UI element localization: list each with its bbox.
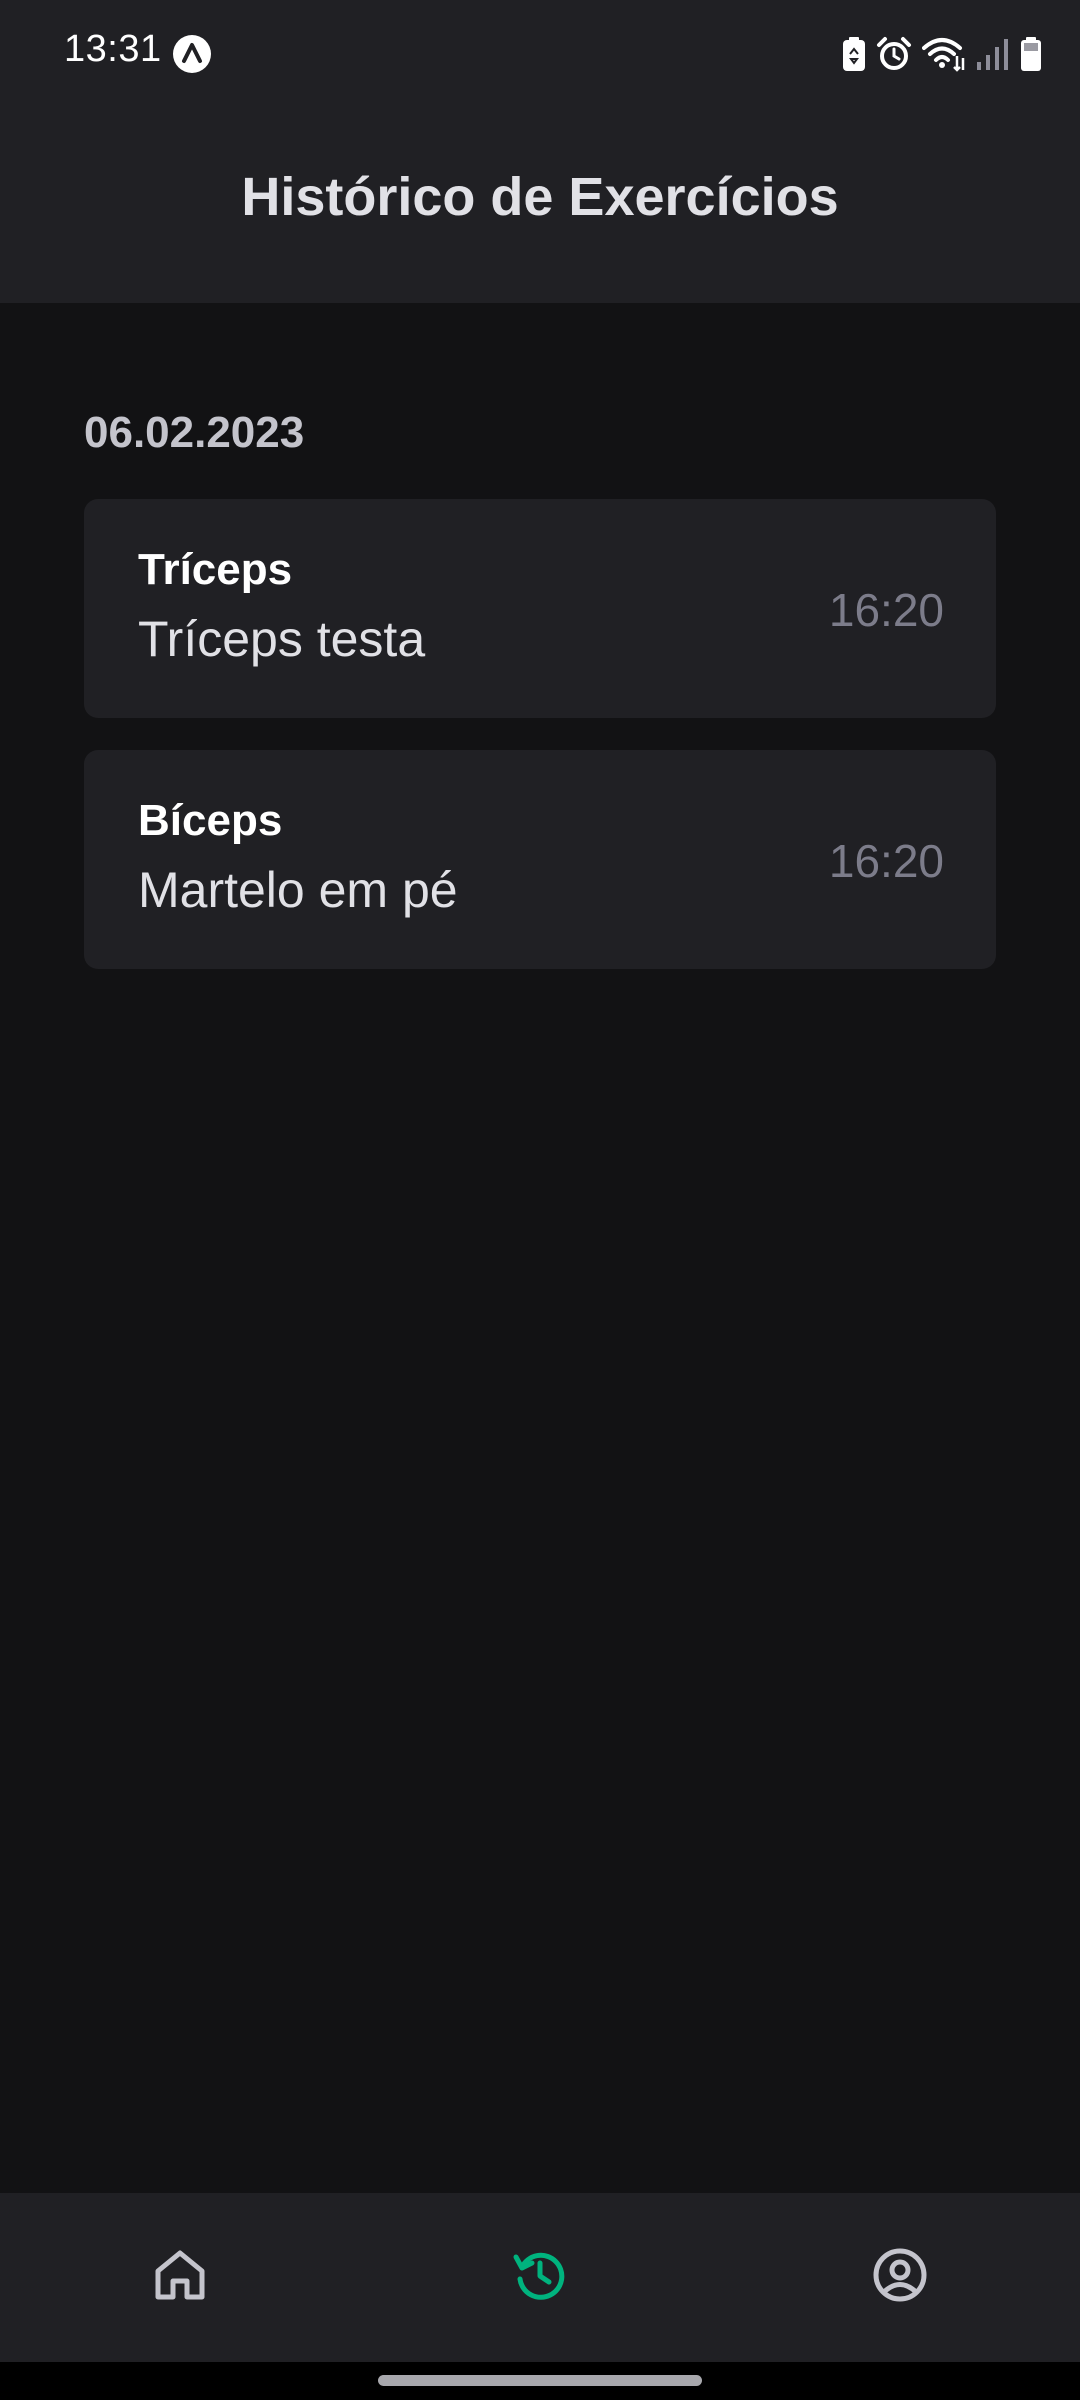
wifi-icon xyxy=(922,38,965,72)
exercise-time: 16:20 xyxy=(828,835,944,887)
history-card[interactable]: Tríceps Tríceps testa 16:20 xyxy=(84,499,996,718)
signal-icon xyxy=(977,39,1008,70)
user-circle-icon xyxy=(873,2248,927,2302)
status-time: 13:31 xyxy=(64,28,162,70)
status-bar: 13:31 xyxy=(0,0,1080,110)
app-notification-icon xyxy=(173,35,211,73)
system-nav-bar xyxy=(0,2362,1080,2400)
exercise-time: 16:20 xyxy=(828,584,944,636)
tab-home[interactable] xyxy=(130,2225,230,2325)
bottom-tab-bar xyxy=(0,2193,1080,2362)
battery-icon xyxy=(1021,37,1041,71)
battery-saver-icon xyxy=(843,37,865,71)
exercise-group: Bíceps xyxy=(138,796,283,845)
history-icon xyxy=(513,2252,565,2300)
section-date: 06.02.2023 xyxy=(84,408,305,457)
exercise-name: Tríceps testa xyxy=(138,611,426,667)
status-icons xyxy=(842,34,1042,74)
history-card[interactable]: Bíceps Martelo em pé 16:20 xyxy=(84,750,996,969)
tab-history[interactable] xyxy=(490,2225,590,2325)
exercise-group: Tríceps xyxy=(138,545,293,594)
house-icon xyxy=(155,2250,205,2300)
exercise-name: Martelo em pé xyxy=(138,862,458,918)
page-title: Histórico de Exercícios xyxy=(241,167,839,227)
alarm-icon xyxy=(877,37,911,70)
tab-profile[interactable] xyxy=(850,2225,950,2325)
gesture-handle[interactable] xyxy=(378,2375,702,2386)
app-screen: 13:31 Histórico de Exercícios 06.02.2023… xyxy=(0,0,1080,2400)
top-surface: 13:31 Histórico de Exercícios xyxy=(0,0,1080,303)
